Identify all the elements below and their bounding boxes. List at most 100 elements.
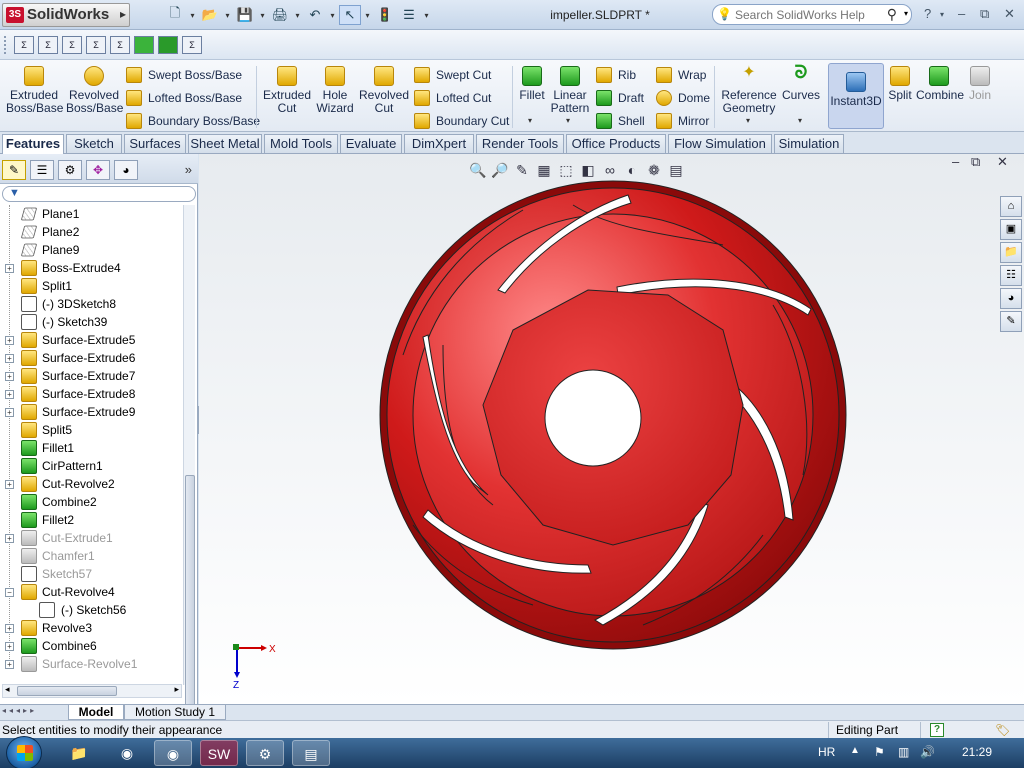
fillet-dropdown-icon[interactable]: ▾ bbox=[528, 116, 532, 125]
tree-node[interactable]: Split5 bbox=[0, 421, 184, 439]
revolved-boss-button[interactable]: Revolved Boss/Base bbox=[66, 66, 123, 115]
select-dropdown-icon[interactable]: ▾ bbox=[363, 5, 372, 25]
file-explorer-icon[interactable]: 📁 bbox=[1000, 242, 1022, 263]
options-dropdown-icon[interactable]: ▾ bbox=[422, 5, 431, 25]
tab-motion-study[interactable]: Motion Study 1 bbox=[124, 705, 226, 720]
undo-icon[interactable]: ↶ bbox=[304, 5, 326, 25]
print-icon[interactable]: 🖨 bbox=[269, 5, 291, 25]
tab-surfaces[interactable]: Surfaces bbox=[124, 134, 186, 153]
print-dropdown-icon[interactable]: ▾ bbox=[293, 5, 302, 25]
tree-node[interactable]: Plane1 bbox=[0, 205, 184, 223]
pattern-dropdown-icon[interactable]: ▾ bbox=[566, 116, 570, 125]
curves-dropdown-icon[interactable]: ▾ bbox=[798, 116, 802, 125]
scroll-right-icon[interactable]: ▸ bbox=[174, 684, 179, 695]
collapse-icon[interactable]: − bbox=[5, 588, 14, 597]
tree-node[interactable]: Plane2 bbox=[0, 223, 184, 241]
search-icon[interactable]: ⚲ bbox=[887, 6, 897, 23]
dome-button[interactable]: Dome bbox=[656, 89, 710, 107]
toolbar-grip[interactable] bbox=[4, 36, 8, 54]
save-icon[interactable]: 💾 bbox=[234, 5, 256, 25]
sketch-tool-icon-8[interactable]: Σ bbox=[182, 36, 202, 54]
sketch-tool-icon-3[interactable]: Σ bbox=[62, 36, 82, 54]
appearances-icon[interactable]: ◕ bbox=[1000, 288, 1022, 309]
more-tabs-icon[interactable]: » bbox=[185, 162, 192, 177]
tree-node[interactable]: CirPattern1 bbox=[0, 457, 184, 475]
split-button[interactable]: Split bbox=[886, 66, 914, 102]
expand-icon[interactable]: + bbox=[5, 642, 14, 651]
tab-features[interactable]: Features bbox=[2, 134, 64, 155]
rib-button[interactable]: Rib bbox=[596, 66, 636, 84]
feature-manager-tab-icon[interactable]: ✎ bbox=[2, 160, 26, 180]
swept-boss-button[interactable]: Swept Boss/Base bbox=[126, 66, 242, 84]
expand-icon[interactable]: + bbox=[5, 336, 14, 345]
tab-flow-simulation[interactable]: Flow Simulation bbox=[668, 134, 772, 153]
tab-sketch[interactable]: Sketch bbox=[66, 134, 122, 153]
expand-icon[interactable]: + bbox=[5, 624, 14, 633]
tab-simulation[interactable]: Simulation bbox=[774, 134, 844, 153]
tree-node[interactable]: + Revolve3 bbox=[0, 619, 184, 637]
action-center-flag-icon[interactable]: ⚑ bbox=[874, 745, 885, 759]
tree-node[interactable]: − Cut-Revolve4 bbox=[0, 583, 184, 601]
sketch-tool-icon-6[interactable] bbox=[134, 36, 154, 54]
search-input[interactable] bbox=[735, 7, 885, 22]
new-dropdown-icon[interactable]: ▾ bbox=[188, 5, 197, 25]
boundary-cut-button[interactable]: Boundary Cut bbox=[414, 112, 509, 130]
tree-node[interactable]: Fillet1 bbox=[0, 439, 184, 457]
tree-node[interactable]: + Cut-Extrude1 bbox=[0, 529, 184, 547]
save-dropdown-icon[interactable]: ▾ bbox=[258, 5, 267, 25]
show-hidden-icons-icon[interactable]: ▲ bbox=[850, 745, 860, 756]
tree-node[interactable]: Split1 bbox=[0, 277, 184, 295]
lofted-boss-button[interactable]: Lofted Boss/Base bbox=[126, 89, 242, 107]
help-dropdown-icon[interactable]: ▾ bbox=[940, 10, 944, 19]
start-button[interactable] bbox=[6, 736, 42, 768]
lofted-cut-button[interactable]: Lofted Cut bbox=[414, 89, 491, 107]
tree-node[interactable]: (-) Sketch39 bbox=[0, 313, 184, 331]
tree-node[interactable]: + Cut-Revolve2 bbox=[0, 475, 184, 493]
options-icon[interactable]: ☰ bbox=[398, 5, 420, 25]
expand-icon[interactable]: + bbox=[5, 354, 14, 363]
curves-button[interactable]: ᘐ Curves bbox=[780, 63, 822, 102]
chrome-window-taskbar-icon[interactable]: ◉ bbox=[154, 740, 192, 766]
tab-evaluate[interactable]: Evaluate bbox=[340, 134, 402, 153]
property-manager-tab-icon[interactable]: ☰ bbox=[30, 160, 54, 180]
dimxpert-manager-tab-icon[interactable]: ✥ bbox=[86, 160, 110, 180]
sketch-tool-icon-5[interactable]: Σ bbox=[110, 36, 130, 54]
impeller-model[interactable] bbox=[199, 154, 1024, 704]
explorer-taskbar-icon[interactable]: 📁 bbox=[60, 740, 98, 766]
design-library-icon[interactable]: ▣ bbox=[1000, 219, 1022, 240]
tree-horizontal-scrollbar[interactable]: ◂ ▸ bbox=[2, 684, 182, 698]
expand-icon[interactable]: + bbox=[5, 372, 14, 381]
tab-office-products[interactable]: Office Products bbox=[566, 134, 666, 153]
search-dropdown-icon[interactable]: ▾ bbox=[904, 9, 908, 18]
tree-node[interactable]: Plane9 bbox=[0, 241, 184, 259]
close-window-icon[interactable]: ✕ bbox=[1004, 6, 1015, 22]
expand-icon[interactable]: + bbox=[5, 264, 14, 273]
display-manager-tab-icon[interactable]: ◕ bbox=[114, 160, 138, 180]
tree-node[interactable]: (-) 3DSketch8 bbox=[0, 295, 184, 313]
tree-node[interactable]: + Surface-Extrude5 bbox=[0, 331, 184, 349]
tree-node[interactable]: + Boss-Extrude4 bbox=[0, 259, 184, 277]
app-taskbar-icon[interactable]: ⚙ bbox=[246, 740, 284, 766]
expand-icon[interactable]: + bbox=[5, 480, 14, 489]
tab-navigation-arrows[interactable]: ◂◂◂▸▸ bbox=[2, 706, 37, 715]
solidworks-resources-icon[interactable]: ⌂ bbox=[1000, 196, 1022, 217]
select-pointer-icon[interactable]: ↖ bbox=[339, 5, 361, 25]
extruded-boss-button[interactable]: Extruded Boss/Base bbox=[6, 66, 63, 115]
revolved-cut-button[interactable]: Revolved Cut bbox=[358, 66, 410, 115]
solidworks-menu-button[interactable]: 3S SolidWorks ▸ bbox=[2, 3, 130, 27]
tree-node[interactable]: Sketch57 bbox=[0, 565, 184, 583]
configuration-manager-tab-icon[interactable]: ⚙ bbox=[58, 160, 82, 180]
expand-icon[interactable]: + bbox=[5, 534, 14, 543]
expand-icon[interactable]: + bbox=[5, 390, 14, 399]
sketch-tool-icon-4[interactable]: Σ bbox=[86, 36, 106, 54]
tree-node[interactable]: + Surface-Extrude9 bbox=[0, 403, 184, 421]
tab-mold-tools[interactable]: Mold Tools bbox=[264, 134, 338, 153]
scroll-left-icon[interactable]: ◂ bbox=[5, 684, 10, 695]
tags-icon[interactable]: 🏷 bbox=[995, 723, 1010, 737]
combine-button[interactable]: Combine bbox=[916, 66, 964, 102]
scroll-thumb[interactable] bbox=[17, 686, 117, 696]
join-button[interactable]: Join bbox=[964, 66, 996, 102]
tree-node[interactable]: Chamfer1 bbox=[0, 547, 184, 565]
tree-node[interactable]: + Surface-Extrude8 bbox=[0, 385, 184, 403]
tree-node[interactable]: + Surface-Extrude6 bbox=[0, 349, 184, 367]
